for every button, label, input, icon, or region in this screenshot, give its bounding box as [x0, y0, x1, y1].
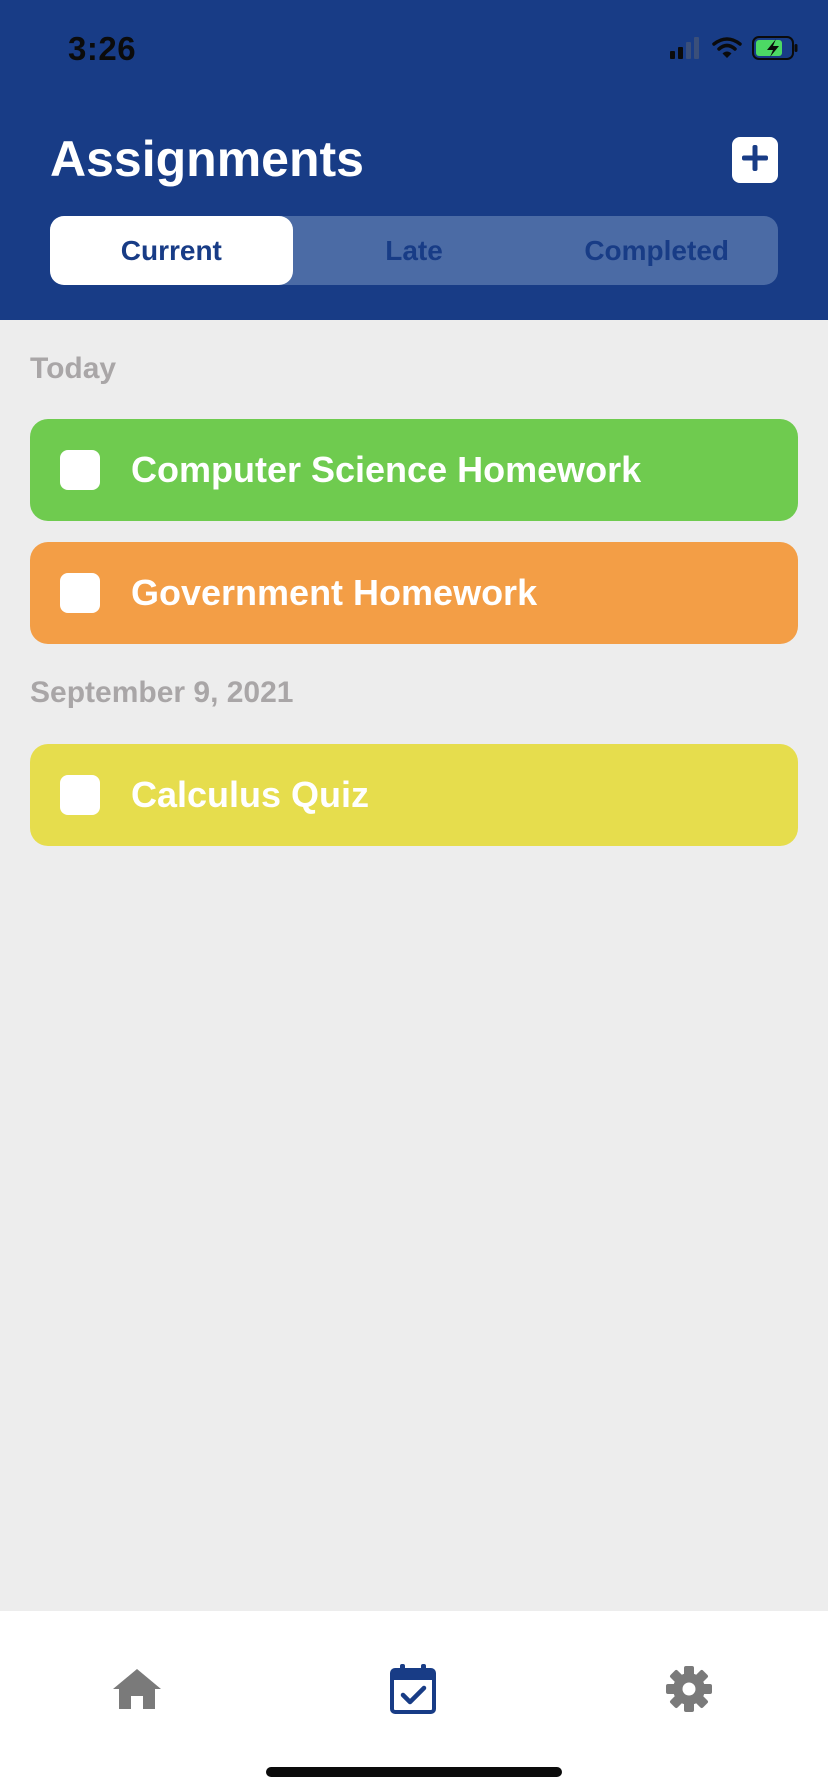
wifi-icon — [712, 36, 742, 64]
battery-charging-icon — [752, 35, 798, 65]
section-title-today: Today — [30, 352, 117, 385]
header: 3:26 Assignments Current Late Completed — [0, 0, 828, 320]
tab-late[interactable]: Late — [293, 216, 536, 285]
assignment-title: Computer Science Homework — [131, 449, 642, 490]
plus-icon — [741, 144, 769, 177]
status-icons — [670, 35, 798, 65]
tab-completed[interactable]: Completed — [535, 216, 778, 285]
tab-settings[interactable] — [659, 1661, 719, 1721]
add-assignment-button[interactable] — [732, 137, 778, 183]
tab-current[interactable]: Current — [50, 216, 293, 285]
calendar-check-icon — [389, 1663, 437, 1720]
home-icon — [112, 1667, 162, 1716]
tab-bar — [0, 1611, 828, 1792]
assignment-checkbox[interactable] — [60, 450, 100, 490]
assignment-filter-tabs: Current Late Completed — [50, 216, 778, 285]
assignment-title: Government Homework — [131, 572, 538, 613]
status-time: 3:26 — [68, 30, 137, 67]
home-indicator — [266, 1767, 562, 1777]
section-title-date: September 9, 2021 — [30, 676, 294, 709]
cellular-signal-icon — [670, 36, 702, 64]
assignment-card[interactable]: Calculus Quiz — [30, 744, 798, 846]
assignment-title: Calculus Quiz — [131, 774, 370, 815]
page-title: Assignments — [50, 131, 364, 187]
tab-assignments[interactable] — [383, 1661, 443, 1721]
assignment-card[interactable]: Government Homework — [30, 542, 798, 644]
assignment-card[interactable]: Computer Science Homework — [30, 419, 798, 521]
tab-home[interactable] — [107, 1661, 167, 1721]
assignment-checkbox[interactable] — [60, 775, 100, 815]
assignment-checkbox[interactable] — [60, 573, 100, 613]
gear-icon — [665, 1665, 713, 1718]
